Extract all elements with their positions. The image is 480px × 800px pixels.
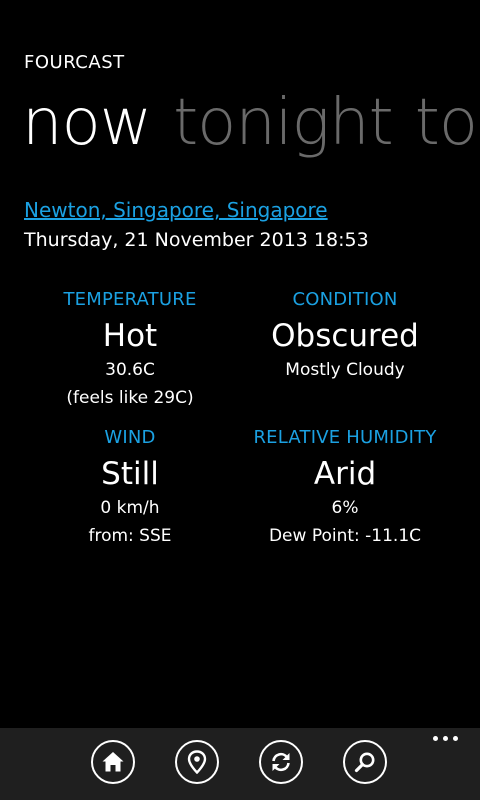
more-icon[interactable] xyxy=(433,736,458,741)
app-title: FOURCAST xyxy=(24,52,125,73)
pivot-header: now tonight to xyxy=(22,86,480,160)
location-pin-icon xyxy=(187,750,207,774)
home-button[interactable] xyxy=(91,740,135,784)
temperature-feels-like: (feels like 29C) xyxy=(66,388,194,408)
condition-value: Obscured xyxy=(271,318,419,354)
refresh-button[interactable] xyxy=(259,740,303,784)
humidity-value: Arid xyxy=(313,456,377,492)
home-icon xyxy=(102,752,124,772)
search-button[interactable] xyxy=(343,740,387,784)
location-button[interactable] xyxy=(175,740,219,784)
observation-datetime: Thursday, 21 November 2013 18:53 xyxy=(24,229,369,251)
pivot-item-tomorrow[interactable]: to xyxy=(415,86,478,160)
pivot-item-now[interactable]: now xyxy=(22,86,152,160)
humidity-panel: RELATIVE HUMIDITY Arid 6% Dew Point: -11… xyxy=(235,427,455,550)
condition-panel: CONDITION Obscured Mostly Cloudy xyxy=(235,289,455,384)
wind-speed: 0 km/h xyxy=(100,498,160,518)
temperature-panel: TEMPERATURE Hot 30.6C (feels like 29C) xyxy=(20,289,240,412)
dew-point: Dew Point: -11.1C xyxy=(268,526,422,546)
app-bar xyxy=(0,728,480,800)
humidity-label: RELATIVE HUMIDITY xyxy=(253,427,437,448)
location-link[interactable]: Newton, Singapore, Singapore xyxy=(24,198,328,222)
wind-panel: WIND Still 0 km/h from: SSE xyxy=(20,427,240,550)
wind-label: WIND xyxy=(104,427,156,448)
temperature-value: Hot xyxy=(102,318,158,354)
search-icon xyxy=(354,752,375,773)
humidity-percent: 6% xyxy=(331,498,359,518)
pivot-item-tonight[interactable]: tonight xyxy=(173,86,394,160)
temperature-label: TEMPERATURE xyxy=(63,289,197,310)
condition-description: Mostly Cloudy xyxy=(285,360,405,380)
refresh-icon xyxy=(272,752,290,772)
wind-direction: from: SSE xyxy=(88,526,172,546)
wind-value: Still xyxy=(101,456,159,492)
condition-label: CONDITION xyxy=(292,289,398,310)
temperature-reading: 30.6C xyxy=(105,360,155,380)
